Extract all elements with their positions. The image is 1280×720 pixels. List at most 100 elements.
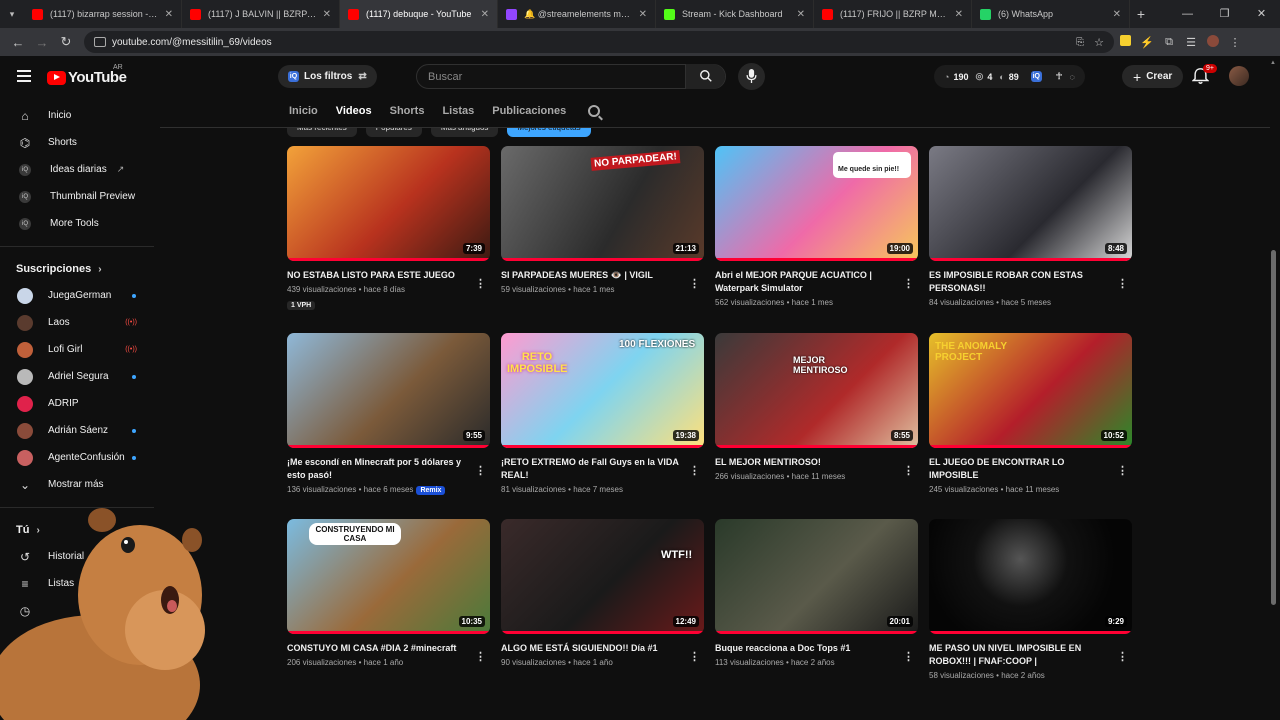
url-text[interactable]: youtube.com/@messitilin_69/videos: [112, 37, 1076, 48]
video-title[interactable]: NO ESTABA LISTO PARA ESTE JUEGO: [287, 269, 490, 282]
bookmark-star-icon[interactable]: ☆: [1094, 36, 1104, 49]
voice-search-button[interactable]: [738, 63, 765, 90]
close-tab-icon[interactable]: ✕: [639, 9, 647, 20]
tab-search-icon[interactable]: ▾: [0, 9, 24, 20]
more-options-icon[interactable]: ⋮: [903, 464, 914, 477]
video-thumbnail[interactable]: 10:52 THE ANOMALY PROJECT: [929, 333, 1132, 448]
subscription-item[interactable]: AgenteConfusión: [0, 444, 154, 471]
more-options-icon[interactable]: ⋮: [689, 277, 700, 290]
subscription-item[interactable]: Lofi Girl ((•)): [0, 336, 154, 363]
video-card[interactable]: 12:49 WTF!! ALGO ME ESTÁ SIGUIENDO!! Día #…: [501, 519, 704, 667]
sidebar-item-thumbnail-preview[interactable]: iQ Thumbnail Preview: [0, 183, 154, 210]
close-tab-icon[interactable]: ✕: [481, 9, 489, 20]
video-card[interactable]: 10:35 CONSTRUYENDO MI CASA CONSTUYO MI CAS…: [287, 519, 490, 667]
more-options-icon[interactable]: ⋮: [475, 277, 486, 290]
video-thumbnail[interactable]: 9:55: [287, 333, 490, 448]
video-thumbnail[interactable]: 10:35 CONSTRUYENDO MI CASA: [287, 519, 490, 634]
video-title[interactable]: ES IMPOSIBLE ROBAR CON ESTAS PERSONAS!!: [929, 269, 1132, 295]
video-thumbnail[interactable]: 8:55 MEJOR MENTIROSO: [715, 333, 918, 448]
close-window-icon[interactable]: ✕: [1243, 0, 1280, 28]
site-info-icon[interactable]: [94, 37, 106, 47]
channel-search-icon[interactable]: [588, 105, 601, 117]
more-options-icon[interactable]: ⋮: [475, 464, 486, 477]
subscriptions-heading[interactable]: Suscripciones ›: [0, 256, 154, 282]
video-thumbnail[interactable]: 9:29: [929, 519, 1132, 634]
tab-listas[interactable]: Listas: [442, 105, 474, 117]
video-card[interactable]: 19:38 100 FLEXIONES RETO IMPOSIBLE ¡RETO EX…: [501, 333, 704, 494]
video-title[interactable]: ALGO ME ESTÁ SIGUIENDO!! Día #1: [501, 642, 704, 655]
video-title[interactable]: ¡RETO EXTREMO de Fall Guys en la VIDA RE…: [501, 456, 704, 482]
tab-publicaciones[interactable]: Publicaciones: [492, 105, 566, 117]
more-options-icon[interactable]: ⋮: [1117, 277, 1128, 290]
subscription-item[interactable]: Adrián Sáenz: [0, 417, 154, 444]
browser-tab[interactable]: Stream - Kick Dashboard ✕: [656, 0, 814, 28]
account-avatar[interactable]: [1229, 66, 1249, 86]
search-button[interactable]: [685, 64, 725, 89]
install-app-icon[interactable]: ⎘: [1076, 37, 1084, 48]
video-title[interactable]: Abri el MEJOR PARQUE ACUATICO | Waterpar…: [715, 269, 918, 295]
video-title[interactable]: ME PASO UN NIVEL IMPOSIBLE EN ROBOX!!! |…: [929, 642, 1132, 668]
more-options-icon[interactable]: ⋮: [1117, 464, 1128, 477]
more-options-icon[interactable]: ⋮: [1117, 650, 1128, 663]
maximize-icon[interactable]: ❐: [1206, 0, 1243, 28]
video-thumbnail[interactable]: 7:39: [287, 146, 490, 261]
sidebar-item-inicio[interactable]: ⌂ Inicio: [0, 102, 154, 129]
close-tab-icon[interactable]: ✕: [323, 9, 331, 20]
show-more-button[interactable]: ⌄ Mostrar más: [0, 471, 154, 498]
browser-tab[interactable]: (1117) bizarrap session - YouTube ✕: [24, 0, 182, 28]
filters-button[interactable]: iQ Los filtros ⇄: [278, 65, 377, 88]
video-title[interactable]: ¡Me escondí en Minecraft por 5 dólares y…: [287, 456, 490, 482]
remix-badge[interactable]: Remix: [416, 486, 446, 495]
forward-icon[interactable]: →: [30, 35, 54, 50]
more-options-icon[interactable]: ⋮: [689, 464, 700, 477]
subscription-item[interactable]: Laos ((•)): [0, 309, 154, 336]
tab-shorts[interactable]: Shorts: [390, 105, 425, 117]
sidebar-item-shorts[interactable]: ⌬ Shorts: [0, 129, 154, 156]
close-tab-icon[interactable]: ✕: [165, 9, 173, 20]
video-card[interactable]: 20:01 Buque reacciona a Doc Tops #1 ⋮ 113 v…: [715, 519, 918, 667]
more-options-icon[interactable]: ⋮: [475, 650, 486, 663]
extension-yellow-icon[interactable]: [1114, 35, 1136, 49]
browser-tab[interactable]: (1117) J BALVIN || BZRP Music Sessions ✕: [182, 0, 340, 28]
sidebar-item-ideas-diarias[interactable]: iQ Ideas diarias ↗: [0, 156, 154, 183]
video-title[interactable]: Buque reacciona a Doc Tops #1: [715, 642, 918, 655]
youtube-logo[interactable]: YouTube AR: [47, 64, 127, 86]
chip-recent[interactable]: Más recientes: [287, 128, 357, 137]
close-tab-icon[interactable]: ✕: [955, 9, 963, 20]
chip-oldest[interactable]: Más antiguos: [430, 128, 499, 137]
video-card[interactable]: 10:52 THE ANOMALY PROJECT EL JUEGO DE ENCO…: [929, 333, 1132, 494]
video-card[interactable]: 9:29 ME PASO UN NIVEL IMPOSIBLE EN ROBOX!…: [929, 519, 1132, 680]
more-options-icon[interactable]: ⋮: [903, 277, 914, 290]
scroll-up-arrow[interactable]: ▲: [1270, 60, 1276, 66]
minimize-icon[interactable]: —: [1169, 0, 1206, 28]
browser-tab[interactable]: (1117) debuque - YouTube ✕: [340, 0, 498, 28]
video-title[interactable]: SI PARPADEAS MUERES 👁️ | VIGIL: [501, 269, 704, 282]
video-title[interactable]: EL MEJOR MENTIROSO!: [715, 456, 918, 469]
video-title[interactable]: CONSTUYO MI CASA #DIA 2 #minecraft: [287, 642, 490, 655]
video-card[interactable]: 8:48 ES IMPOSIBLE ROBAR CON ESTAS PERSONA…: [929, 146, 1132, 307]
url-omnibox[interactable]: youtube.com/@messitilin_69/videos ⎘ ☆: [84, 31, 1114, 53]
search-input[interactable]: [417, 70, 685, 83]
subscription-item[interactable]: Adriel Segura: [0, 363, 154, 390]
more-options-icon[interactable]: ⋮: [689, 650, 700, 663]
scrollbar-thumb[interactable]: [1271, 250, 1276, 605]
browser-menu-icon[interactable]: ⋮: [1224, 36, 1246, 49]
chip-best-tags[interactable]: Mejores etiquetas: [507, 128, 591, 137]
video-card[interactable]: 19:00 Me quede sin pie!! Abri el MEJOR PAR…: [715, 146, 918, 307]
extensions-puzzle-icon[interactable]: ⧉: [1158, 36, 1180, 49]
video-thumbnail[interactable]: 19:00 Me quede sin pie!!: [715, 146, 918, 261]
browser-tab[interactable]: (6) WhatsApp ✕: [972, 0, 1130, 28]
video-thumbnail[interactable]: 21:13 NO PARPADEAR!: [501, 146, 704, 261]
browser-tab[interactable]: (1117) FRIJO || BZRP Music Sessions ✕: [814, 0, 972, 28]
reload-icon[interactable]: ↻: [54, 34, 78, 50]
reading-list-icon[interactable]: ☰: [1180, 36, 1202, 49]
tab-videos[interactable]: Videos: [336, 105, 372, 117]
profile-avatar-icon[interactable]: [1202, 34, 1224, 50]
close-tab-icon[interactable]: ✕: [797, 9, 805, 20]
tab-inicio[interactable]: Inicio: [289, 105, 318, 117]
subscription-item[interactable]: JuegaGerman: [0, 282, 154, 309]
chip-popular[interactable]: Populares: [365, 128, 422, 137]
video-thumbnail[interactable]: 20:01: [715, 519, 918, 634]
create-button[interactable]: + Crear: [1122, 65, 1184, 88]
more-options-icon[interactable]: ⋮: [903, 650, 914, 663]
